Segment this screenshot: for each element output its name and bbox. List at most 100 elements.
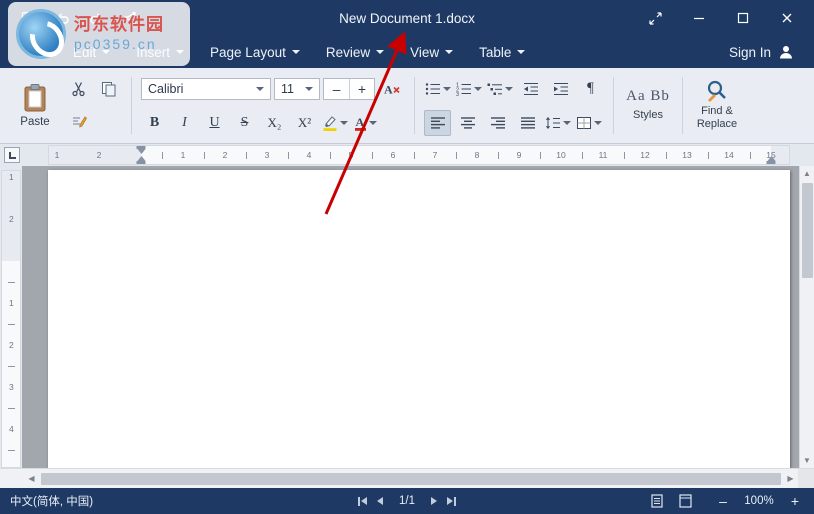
tab-selector[interactable]	[4, 147, 20, 163]
language-indicator[interactable]: 中文(简体, 中国)	[10, 493, 93, 509]
align-center-button[interactable]	[454, 110, 481, 136]
expand-icon[interactable]	[640, 5, 670, 31]
decrease-indent-button[interactable]	[517, 76, 544, 102]
print-layout-view-button[interactable]	[648, 492, 666, 510]
indent-handle-icon	[137, 149, 145, 154]
redo-icon[interactable]	[86, 8, 106, 28]
strikethrough-button[interactable]: S	[231, 110, 258, 136]
right-indent-marker[interactable]	[766, 156, 776, 164]
superscript-label: X²	[297, 114, 312, 130]
horizontal-ruler[interactable]: 2 1 1 2 3 4 5 6 7 8 9 10 11 12 13 14 15	[48, 145, 790, 165]
first-page-icon	[361, 497, 367, 505]
cut-button[interactable]	[65, 76, 92, 102]
vertical-ruler[interactable]: 211234	[1, 170, 21, 468]
superscript-button[interactable]: X²	[291, 110, 318, 136]
font-color-button[interactable]: A	[352, 110, 379, 136]
zoom-level[interactable]: 100%	[742, 495, 776, 507]
scroll-right-icon[interactable]: ▶	[783, 469, 798, 489]
bold-button[interactable]: B	[141, 110, 168, 136]
maximize-icon[interactable]	[728, 5, 758, 31]
menu-insert[interactable]: Insert	[123, 39, 197, 66]
styles-button[interactable]: Aa Bb Styles	[620, 72, 676, 138]
bullet-list-icon	[425, 82, 440, 95]
font-size-select[interactable]: 11	[274, 77, 320, 100]
clear-formatting-button[interactable]: A	[378, 76, 405, 102]
menu-review[interactable]: Review	[313, 39, 397, 66]
bold-label: B	[149, 114, 160, 130]
chevron-down-icon	[369, 120, 377, 125]
menu-page-layout[interactable]: Page Layout	[197, 39, 313, 66]
save-icon[interactable]	[18, 8, 38, 28]
font-name-value: Calibri	[148, 81, 184, 96]
previous-page-button[interactable]	[377, 497, 383, 505]
italic-button[interactable]: I	[171, 110, 198, 136]
horizontal-scrollbar[interactable]: ◀ ▶	[0, 468, 814, 488]
borders-button[interactable]	[575, 110, 603, 136]
paste-button[interactable]: Paste	[9, 73, 61, 139]
zoom-in-button[interactable]: +	[786, 492, 804, 510]
close-icon[interactable]	[772, 5, 802, 31]
align-left-button[interactable]	[424, 109, 451, 136]
svg-text:A: A	[384, 82, 393, 96]
underline-label: U	[209, 114, 220, 130]
document-page[interactable]	[48, 170, 790, 468]
strikethrough-label: S	[240, 114, 249, 130]
bullet-list-button[interactable]	[424, 76, 452, 102]
undo-icon[interactable]	[52, 8, 72, 28]
first-line-indent-marker[interactable]	[136, 146, 146, 154]
horizontal-scroll-thumb[interactable]	[41, 472, 781, 485]
scroll-track[interactable]	[39, 469, 783, 488]
font-size-value: 11	[281, 81, 294, 96]
underline-button[interactable]: U	[201, 110, 228, 136]
find-replace-label: Find & Replace	[696, 105, 738, 130]
web-layout-view-button[interactable]	[676, 492, 694, 510]
left-indent-marker[interactable]	[136, 156, 146, 164]
print-layout-icon	[651, 494, 663, 508]
highlighter-icon	[323, 115, 337, 131]
line-spacing-button[interactable]	[544, 110, 572, 136]
vertical-scroll-thumb[interactable]	[801, 183, 813, 278]
share-icon[interactable]	[120, 8, 140, 28]
numbered-list-icon: 123	[456, 82, 471, 96]
highlight-color-button[interactable]	[321, 110, 349, 136]
zoom-out-button[interactable]: –	[714, 492, 732, 510]
align-right-button[interactable]	[484, 110, 511, 136]
next-page-icon	[431, 497, 437, 505]
sign-in-button[interactable]: Sign In	[721, 40, 802, 64]
chevron-down-icon	[176, 50, 185, 54]
increase-indent-icon	[553, 82, 568, 95]
vertical-scrollbar[interactable]: ▲ ▼	[799, 166, 814, 468]
increase-indent-button[interactable]	[547, 76, 574, 102]
first-page-button[interactable]	[358, 496, 367, 506]
menu-edit[interactable]: Edit	[60, 39, 123, 66]
previous-page-icon	[377, 497, 383, 505]
next-page-button[interactable]	[431, 497, 437, 505]
chevron-down-icon	[594, 120, 602, 125]
find-replace-button[interactable]: Find & Replace	[689, 72, 745, 138]
increase-font-button[interactable]: +	[349, 78, 374, 99]
last-page-button[interactable]	[447, 496, 456, 506]
scroll-down-icon[interactable]: ▼	[800, 453, 814, 468]
align-right-icon	[490, 116, 505, 129]
quick-access-toolbar	[0, 8, 140, 28]
multilevel-list-button[interactable]	[486, 76, 514, 102]
vertical-ruler-strip: 211234	[0, 166, 22, 468]
show-paragraph-marks-button[interactable]: ¶	[577, 76, 604, 102]
statusbar: 中文(简体, 中国) 1/1 – 100% +	[0, 488, 814, 514]
scroll-up-icon[interactable]: ▲	[800, 166, 814, 181]
menu-view[interactable]: View	[397, 39, 466, 66]
numbered-list-button[interactable]: 123	[455, 76, 483, 102]
subscript-button[interactable]: X₂	[261, 110, 288, 136]
justify-button[interactable]	[514, 110, 541, 136]
format-painter-button[interactable]	[65, 109, 92, 135]
last-page-icon	[454, 496, 456, 506]
scroll-left-icon[interactable]: ◀	[24, 469, 39, 489]
decrease-font-button[interactable]: –	[324, 79, 349, 99]
minimize-icon[interactable]	[684, 5, 714, 31]
clear-formatting-icon: A	[384, 82, 400, 96]
window-controls	[640, 5, 814, 31]
format-painter-icon	[72, 116, 87, 128]
font-name-select[interactable]: Calibri	[141, 77, 271, 100]
menu-table[interactable]: Table	[466, 39, 538, 66]
copy-button[interactable]	[95, 76, 122, 102]
